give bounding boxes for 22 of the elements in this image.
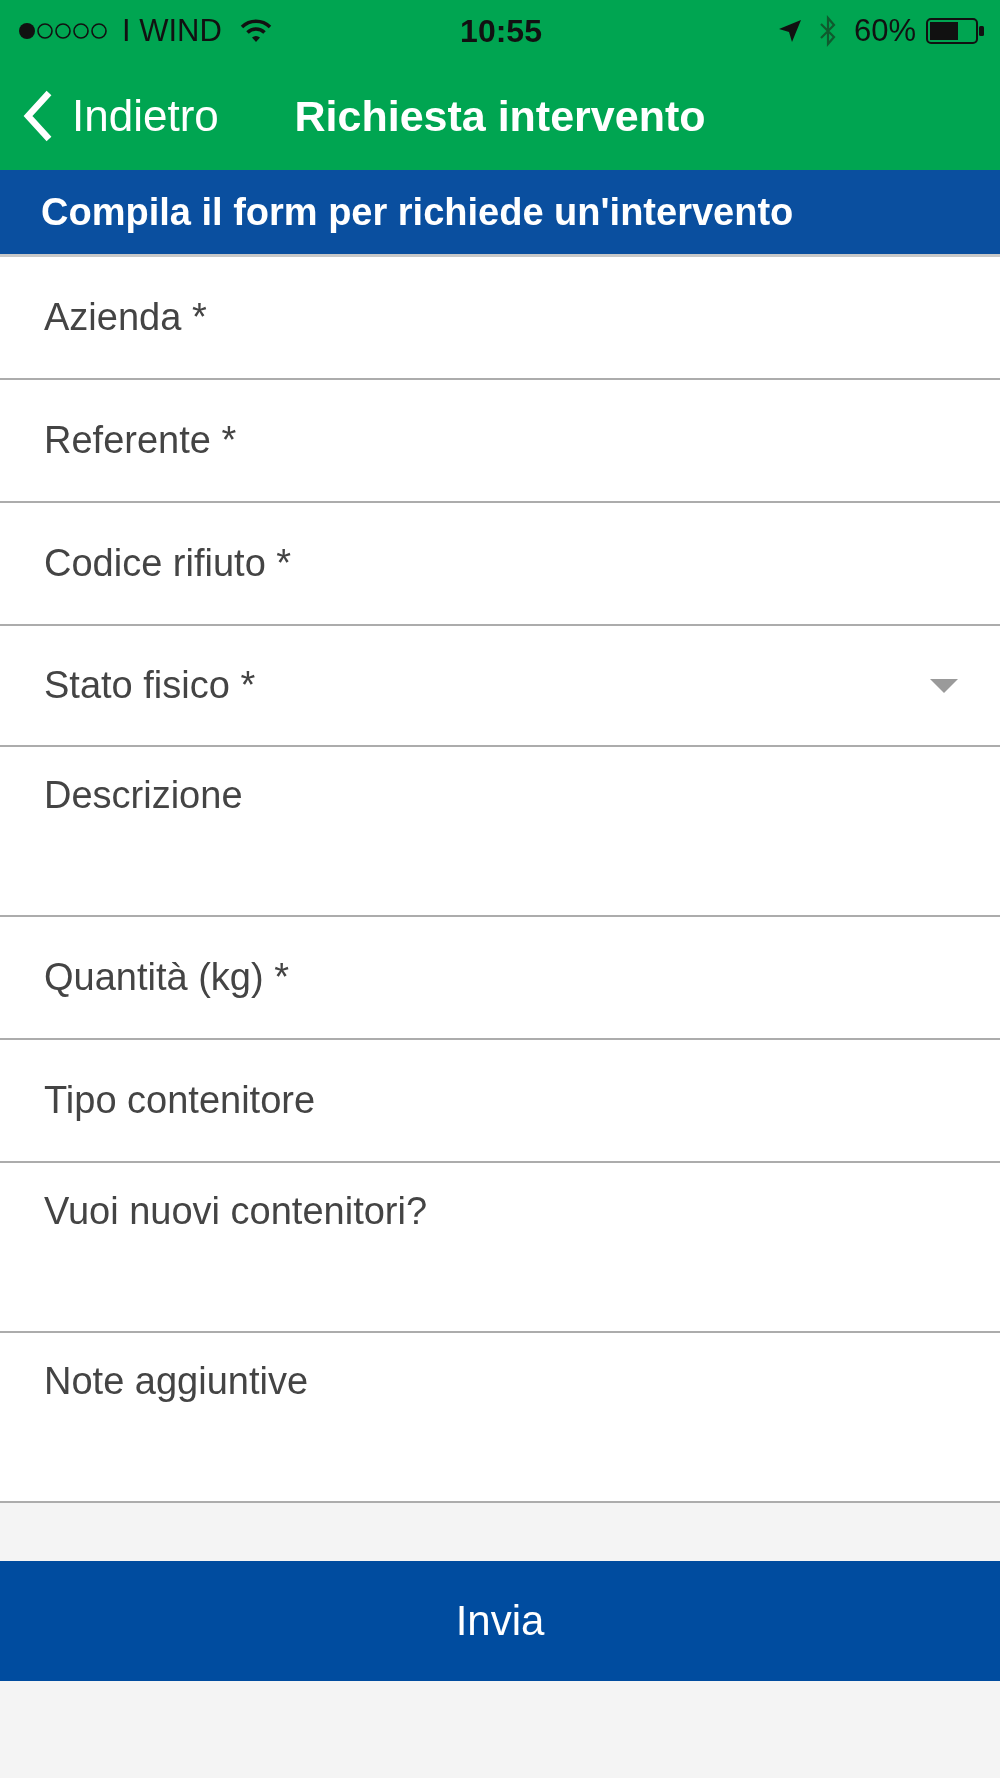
- clock-time: 10:55: [460, 12, 542, 50]
- text-field[interactable]: Referente *: [0, 380, 1000, 503]
- carrier-name: I WIND: [122, 13, 222, 49]
- text-area[interactable]: Note aggiuntive: [0, 1333, 1000, 1503]
- text-area[interactable]: Vuoi nuovi contenitori?: [0, 1163, 1000, 1333]
- text-field[interactable]: Quantità (kg) *: [0, 917, 1000, 1040]
- submit-button[interactable]: Invia: [0, 1561, 1000, 1681]
- battery-icon: [926, 18, 984, 44]
- text-field[interactable]: Codice rifiuto *: [0, 503, 1000, 626]
- dropdown-field[interactable]: Stato fisico *: [0, 626, 1000, 747]
- wifi-icon: [239, 19, 272, 43]
- signal-icon: [18, 22, 108, 40]
- location-arrow-icon: [777, 19, 802, 43]
- chevron-left-icon: [22, 90, 54, 142]
- text-field[interactable]: Tipo contenitore: [0, 1040, 1000, 1163]
- bluetooth-icon: [817, 15, 838, 47]
- text-area[interactable]: Descrizione: [0, 747, 1000, 917]
- form-instructions-banner: Compila il form per richiede un'intervento: [0, 170, 1000, 257]
- screen-title: Richiesta intervento: [294, 91, 706, 141]
- caret-icon: [930, 678, 958, 693]
- battery-percentage: 60%: [853, 13, 916, 49]
- text-field[interactable]: Azienda *: [0, 257, 1000, 380]
